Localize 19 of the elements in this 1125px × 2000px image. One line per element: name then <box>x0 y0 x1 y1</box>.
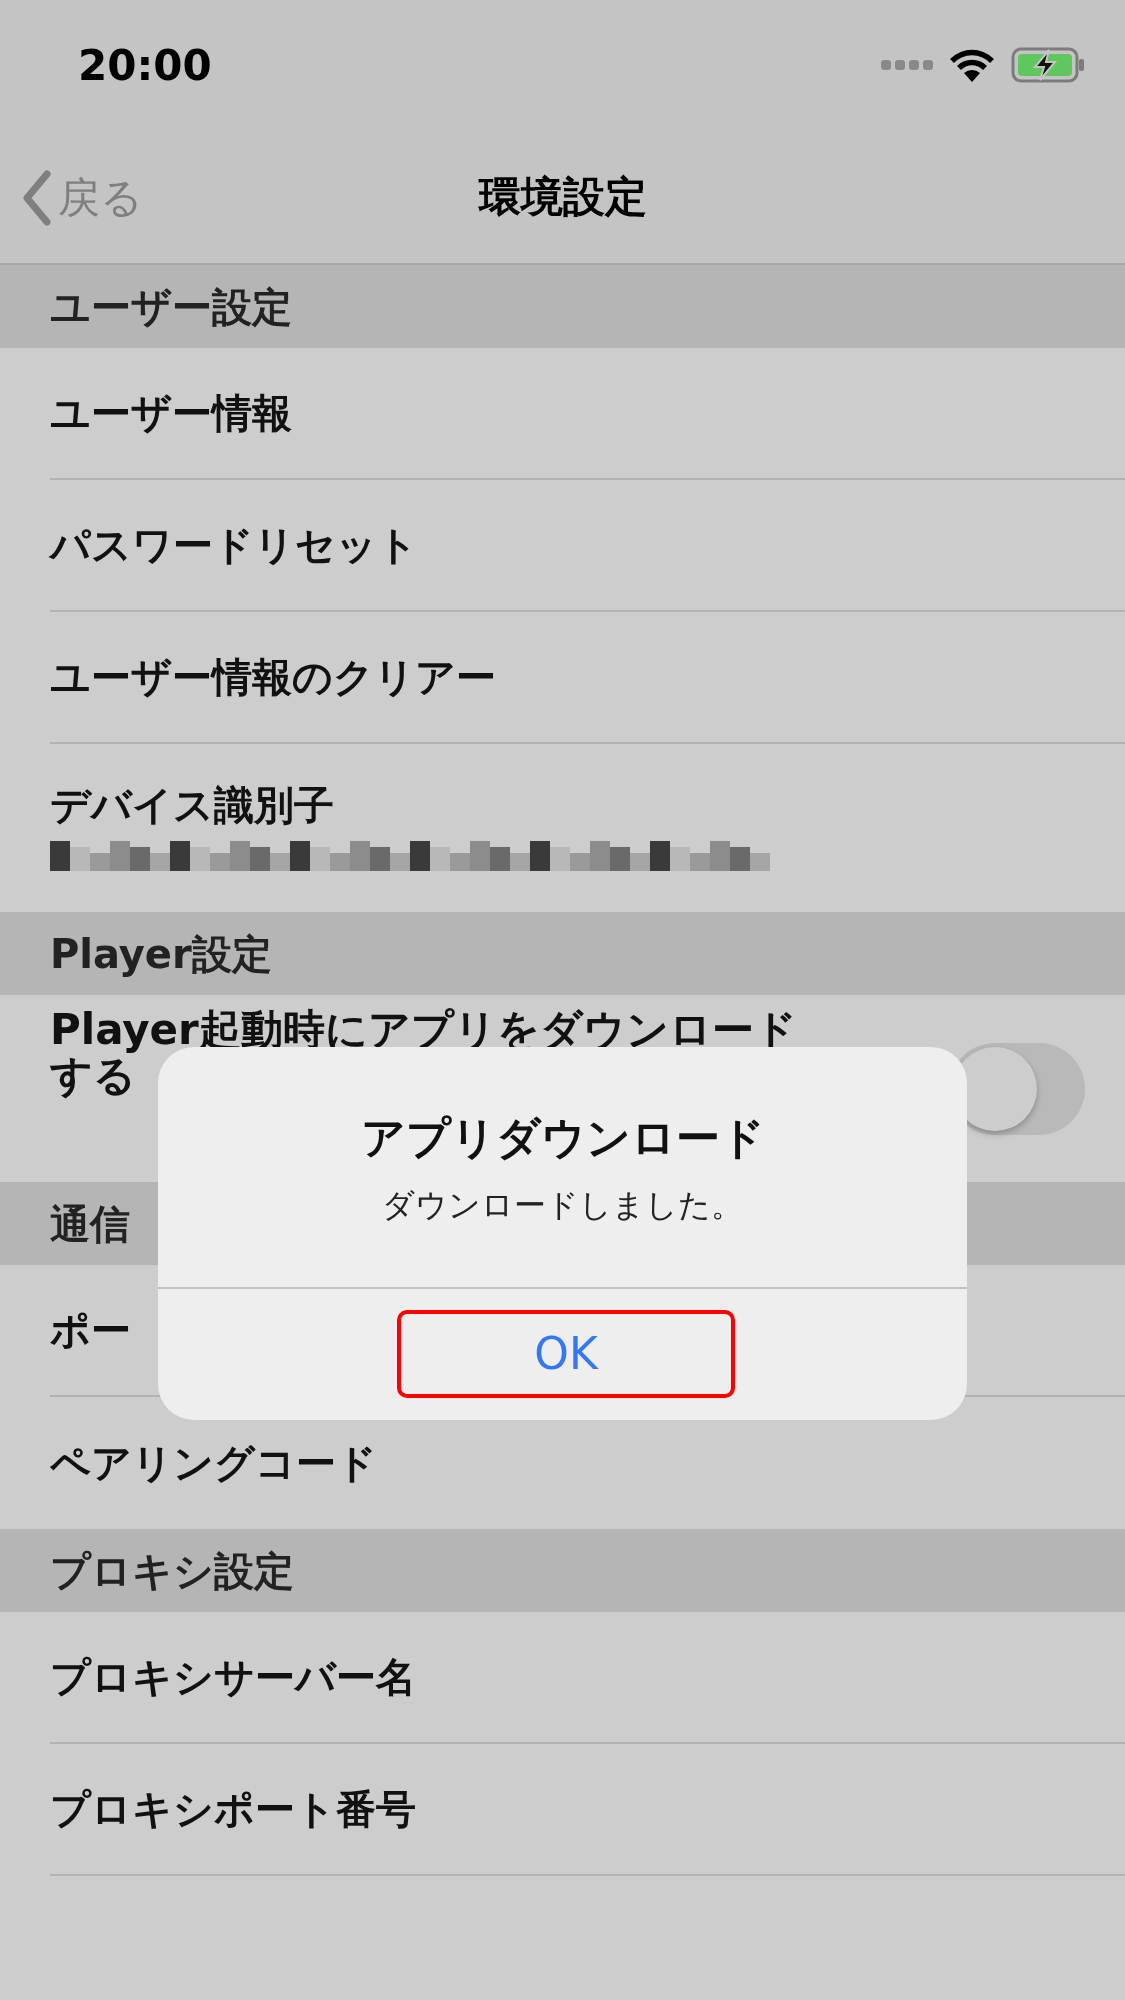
section-header: ユーザー設定 <box>0 265 1125 348</box>
clock: 20:00 <box>78 39 212 92</box>
wifi-icon <box>949 48 995 82</box>
chevron-left-icon <box>22 169 52 226</box>
screen-title: 環境設定 <box>478 171 647 223</box>
section-header: Player設定 <box>0 912 1125 995</box>
setting-label: パスワードリセット <box>50 521 418 570</box>
setting-label: ユーザー情報のクリアー <box>50 653 496 702</box>
ok-button[interactable]: OK <box>397 1310 735 1398</box>
signal-icon <box>881 59 933 71</box>
setting-label: ポー <box>50 1306 131 1355</box>
setting-label: プロキシサーバー名 <box>50 1653 416 1702</box>
setting-label: ペアリングコード <box>50 1439 377 1488</box>
setting-label: プロキシポート番号 <box>50 1785 416 1834</box>
alert-title: アプリダウンロード <box>359 1111 766 1165</box>
section-header: プロキシ設定 <box>0 1529 1125 1612</box>
alert-message: ダウンロードしました。 <box>381 1185 744 1226</box>
setting-label: デバイス識別子 <box>50 781 334 830</box>
setting-label: ユーザー情報 <box>50 389 292 438</box>
